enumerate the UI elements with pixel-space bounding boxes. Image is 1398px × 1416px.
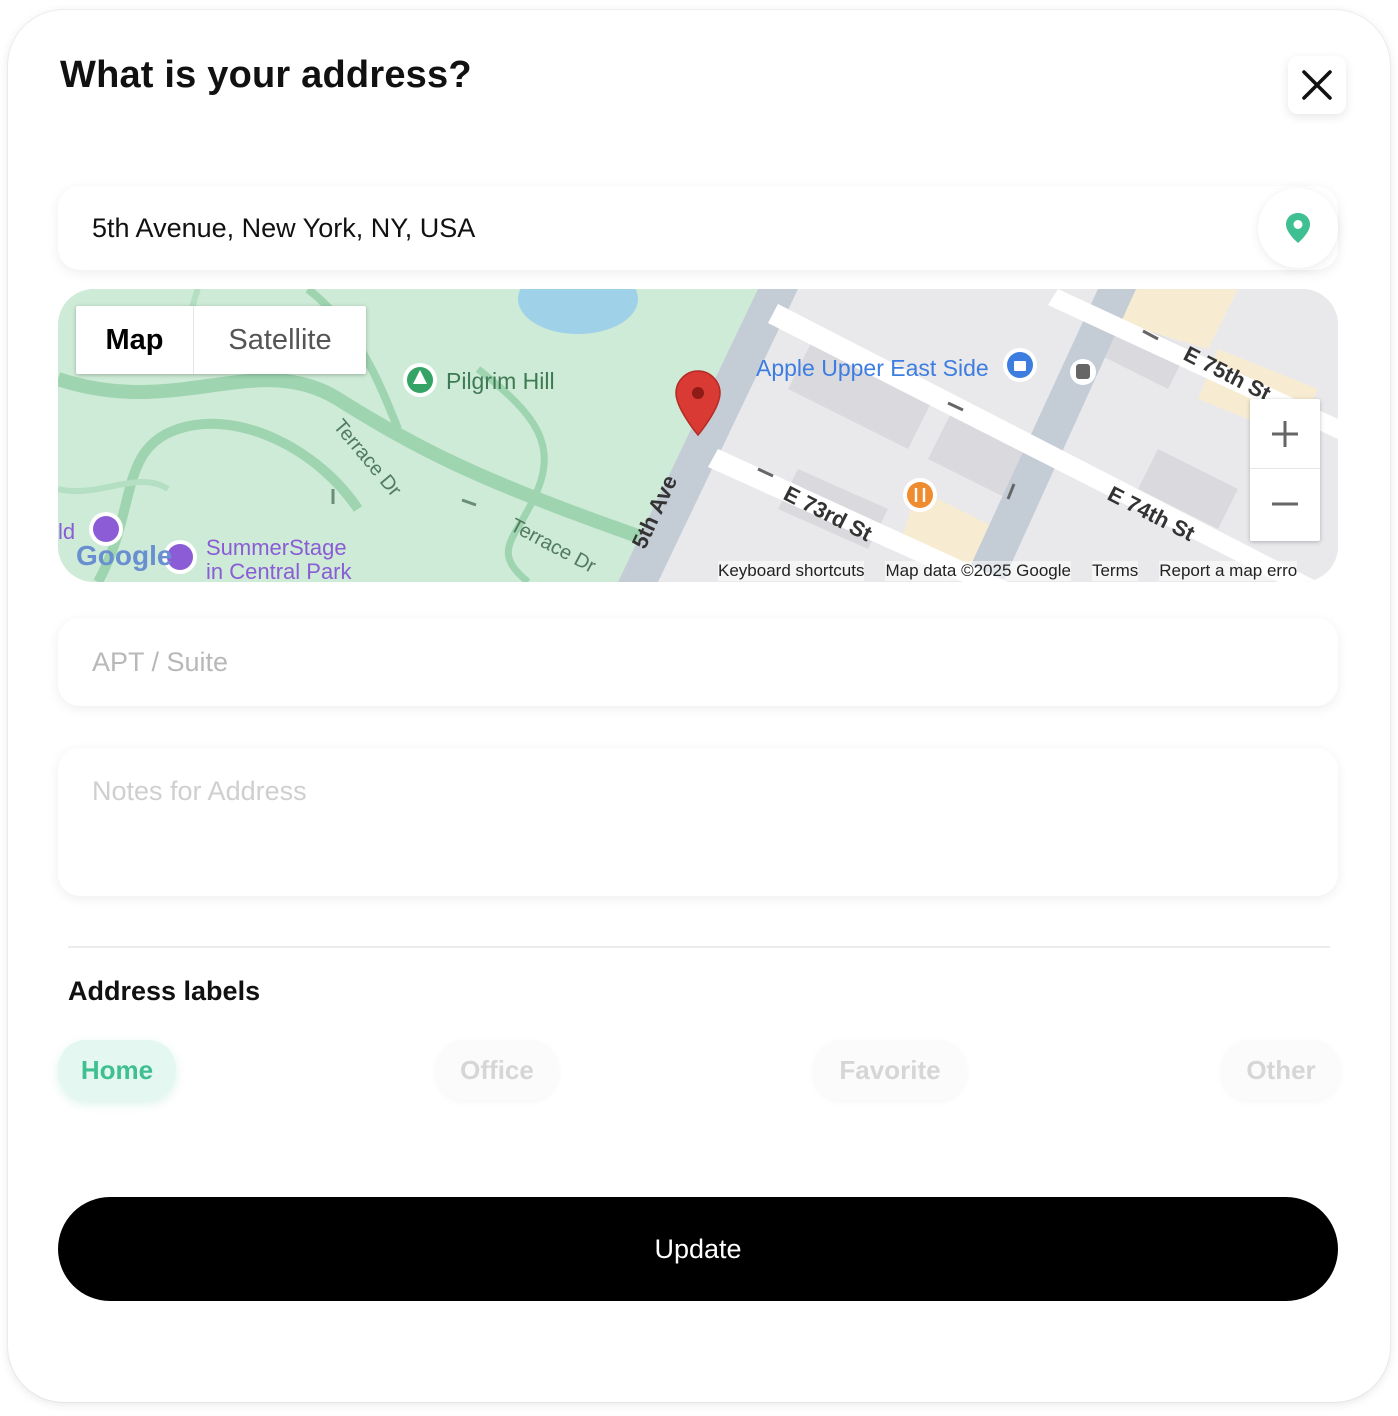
location-pin-icon bbox=[1286, 213, 1310, 243]
apt-input[interactable] bbox=[92, 618, 1292, 706]
label-chip-favorite[interactable]: Favorite bbox=[814, 1040, 966, 1100]
map-label-apple-store: Apple Upper East Side bbox=[756, 355, 989, 381]
map-view[interactable]: Pilgrim Hill Terrace Dr Terrace Dr 5th A… bbox=[58, 289, 1338, 582]
map-label-partial: ld bbox=[58, 519, 76, 544]
terms-link[interactable]: Terms bbox=[1091, 561, 1139, 581]
label-chip-home[interactable]: Home bbox=[58, 1040, 176, 1100]
map-type-control: Map Satellite bbox=[76, 306, 366, 374]
dialog-title: What is your address? bbox=[60, 54, 472, 96]
report-error-link[interactable]: Report a map erro bbox=[1159, 561, 1298, 581]
close-button[interactable] bbox=[1288, 56, 1346, 114]
close-icon bbox=[1302, 70, 1332, 100]
map-label-pilgrim-hill: Pilgrim Hill bbox=[446, 368, 555, 394]
address-dialog: What is your address? 5th Avenue, New Yo… bbox=[8, 10, 1390, 1402]
zoom-in-button[interactable] bbox=[1250, 399, 1320, 469]
tab-satellite[interactable]: Satellite bbox=[194, 306, 366, 374]
map-data-text: Map data ©2025 Google bbox=[885, 561, 1071, 581]
zoom-out-button[interactable] bbox=[1250, 469, 1320, 539]
label-chip-other[interactable]: Other bbox=[1222, 1040, 1340, 1100]
minus-icon bbox=[1272, 502, 1298, 506]
divider bbox=[68, 946, 1330, 948]
label-chip-office[interactable]: Office bbox=[436, 1040, 558, 1100]
apt-field bbox=[58, 618, 1338, 706]
notes-input[interactable] bbox=[92, 776, 1292, 876]
address-input[interactable] bbox=[92, 186, 1242, 270]
zoom-control bbox=[1250, 399, 1320, 541]
update-button[interactable]: Update bbox=[58, 1197, 1338, 1301]
map-attribution: Keyboard shortcuts Map data ©2025 Google… bbox=[718, 557, 1338, 582]
keyboard-shortcuts-link[interactable]: Keyboard shortcuts bbox=[718, 561, 865, 581]
address-labels-heading: Address labels bbox=[68, 976, 261, 1006]
map-label-summerstage-2: in Central Park bbox=[206, 559, 352, 582]
tab-map[interactable]: Map bbox=[76, 306, 194, 374]
map-label-summerstage: SummerStage bbox=[206, 535, 347, 560]
plus-icon bbox=[1272, 420, 1298, 447]
address-field bbox=[58, 186, 1338, 270]
google-logo: Google bbox=[76, 540, 173, 571]
notes-field bbox=[58, 748, 1338, 896]
locate-button[interactable] bbox=[1258, 188, 1338, 268]
